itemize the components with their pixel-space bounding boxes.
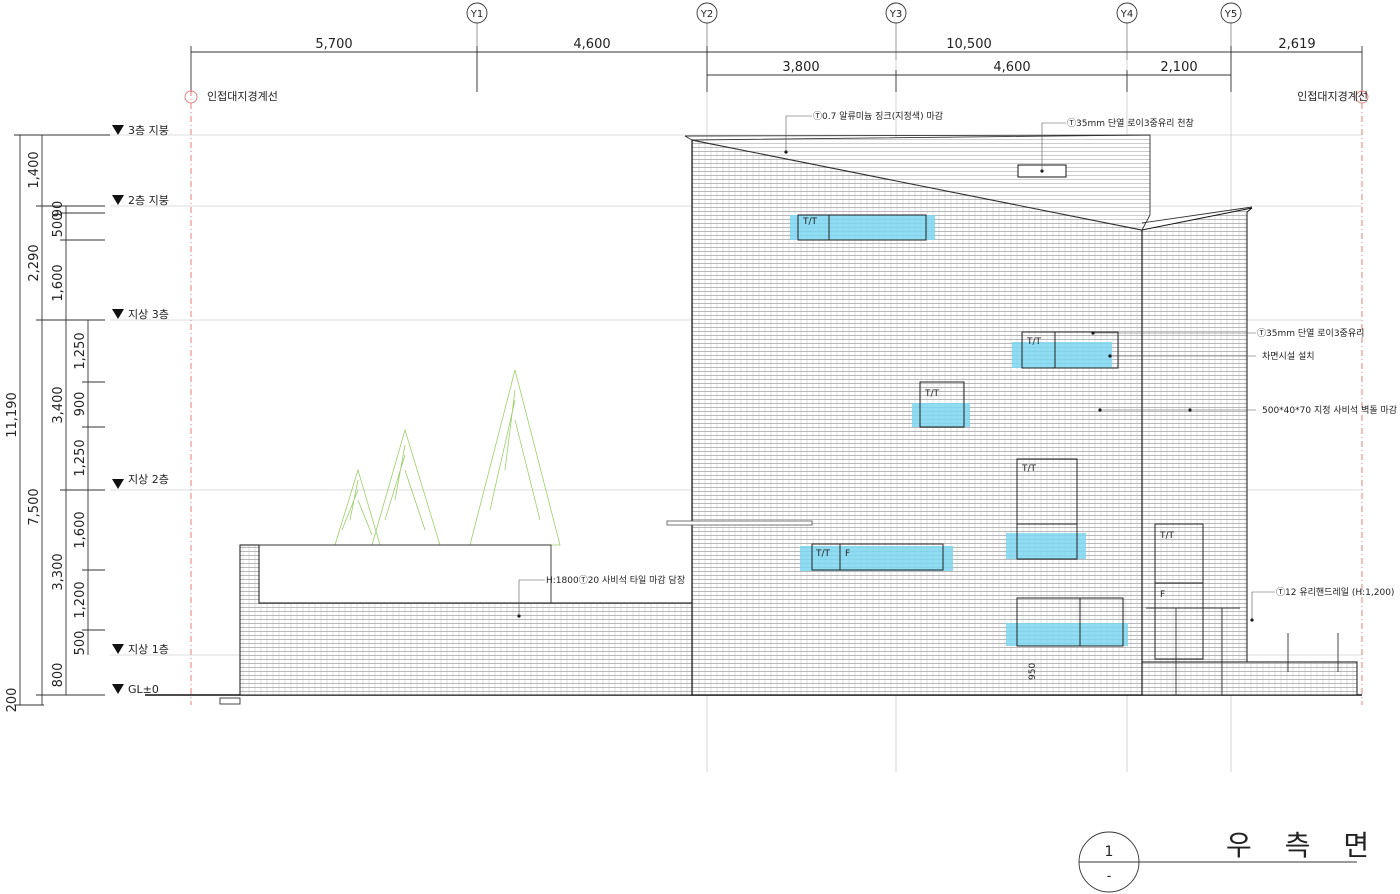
dim-left-total: 11,190: [5, 392, 20, 438]
axis-label-y2: Y2: [700, 9, 713, 20]
dim-top-2619: 2,619: [1278, 37, 1315, 52]
window-f-label: F: [1160, 590, 1165, 600]
level-3f: 지상 3층: [112, 308, 169, 321]
level-markers: 3층 지붕 2층 지붕 지상 3층 지상 2층 지상 1층 GL±0: [112, 124, 169, 696]
dim-left-1600b: 1,600: [73, 511, 88, 548]
level-2f-roof: 2층 지붕: [112, 194, 169, 207]
level-label: 지상 3층: [128, 308, 169, 321]
boundary-label-left: 인접대지경계선: [207, 90, 278, 103]
dim-top-10500: 10,500: [946, 37, 992, 52]
dim-left-500b: 500: [73, 631, 88, 656]
dim-left-1200: 1,200: [73, 581, 88, 618]
dim-top-2100: 2,100: [1160, 60, 1197, 75]
dim-left-3300: 3,300: [51, 553, 66, 590]
level-label: GL±0: [128, 683, 159, 696]
left-dimensions: 11,190 1,400 2,290 7,500 200 500 90 1,60…: [5, 134, 110, 713]
ground-step: [219, 697, 241, 705]
dim-left-1400: 1,400: [27, 151, 42, 188]
dim-left-900: 900: [73, 392, 88, 417]
level-1f: 지상 1층: [112, 643, 169, 656]
dim-left-200: 200: [5, 688, 20, 713]
dim-left-2290: 2,290: [27, 244, 42, 281]
dim-left-3400: 3,400: [51, 386, 66, 423]
dim-950: 950: [1028, 663, 1038, 680]
window-2f-ribbon: T/T F: [800, 543, 953, 571]
dim-top-4600b: 4,600: [993, 60, 1030, 75]
level-label: 3층 지붕: [128, 124, 169, 137]
top-dimensions: 5,700 4,600 10,500 2,619 3,800 4,600 2,1…: [190, 37, 1363, 92]
tree-left-3: [469, 369, 561, 546]
axis-bubble-y3: Y3: [885, 2, 907, 60]
level-2f: 지상 2층: [112, 473, 169, 489]
boundary-label-right: 인접대지경계선: [1297, 90, 1368, 103]
level-label: 지상 2층: [128, 473, 169, 486]
note-text: Ⓣ0.7 알류미늄 징크(지정색) 마감: [813, 110, 943, 122]
title-scale: -: [1107, 869, 1112, 884]
dim-left-7500: 7,500: [27, 488, 42, 525]
dim-top-4600: 4,600: [573, 37, 610, 52]
tree-left-2: [371, 428, 441, 546]
note-text: H:1800Ⓣ20 사비석 타일 마감 담장: [546, 574, 685, 586]
dim-left-1250b: 1,250: [73, 439, 88, 476]
note-text: 차면시설 설치: [1262, 350, 1315, 362]
level-label: 지상 1층: [128, 643, 169, 656]
drawing-title: 우 측 면 도: [1226, 829, 1400, 862]
dim-left-90: 90: [51, 201, 66, 218]
tree-left-1: [334, 468, 381, 546]
title-number: 1: [1105, 844, 1114, 860]
note-text: Ⓣ35mm 단열 로이3중유리: [1257, 328, 1364, 339]
window-tt-label: T/T: [1026, 337, 1042, 347]
dim-left-1250a: 1,250: [73, 332, 88, 369]
note-text: Ⓣ35mm 단열 로이3중유리 천창: [1067, 118, 1194, 129]
elevation-drawing: Y1 Y2 Y3 Y4 Y5 5,700 4,600 10,500 2,619 …: [5, 2, 1400, 893]
window-f-label: F: [845, 549, 850, 559]
window-tt-label: T/T: [815, 549, 831, 559]
title-block: 1 - 우 측 면 도: [1078, 829, 1400, 893]
fence-wall: [239, 544, 693, 696]
axis-bubble-y4: Y4: [1116, 2, 1138, 60]
axis-label-y3: Y3: [889, 9, 902, 20]
note-text: 500*40*70 지정 사비석 벽돌 마감: [1262, 404, 1397, 416]
note-handrail: Ⓣ12 유리핸드레일 (H:1,200): [1250, 586, 1394, 622]
canopy: [666, 520, 813, 526]
dim-left-800: 800: [51, 663, 66, 688]
axis-label-y1: Y1: [470, 9, 483, 20]
dim-top-3800: 3,800: [782, 60, 819, 75]
axis-label-y4: Y4: [1120, 9, 1133, 20]
window-tt-label: T/T: [802, 217, 818, 227]
axis-label-y5: Y5: [1224, 9, 1237, 20]
note-text: Ⓣ12 유리핸드레일 (H:1,200): [1276, 586, 1394, 598]
window-tt-label: T/T: [924, 389, 940, 399]
window-tt-label: T/T: [1021, 464, 1037, 474]
window-tt-label: T/T: [1159, 531, 1175, 541]
dim-left-1600a: 1,600: [51, 264, 66, 301]
dim-top-5700: 5,700: [315, 37, 352, 52]
level-gl: GL±0: [112, 683, 159, 696]
level-label: 2층 지붕: [128, 194, 169, 207]
window-3f-ribbon: T/T: [790, 214, 935, 241]
